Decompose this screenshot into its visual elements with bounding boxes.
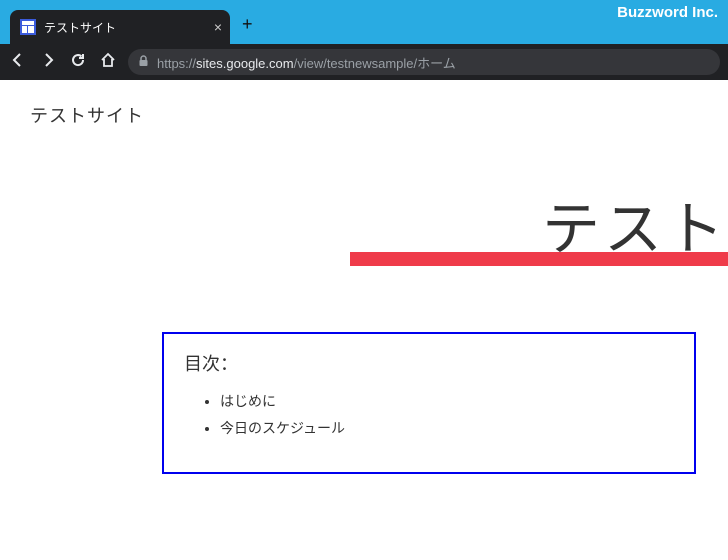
toc-list: はじめに 今日のスケジュール xyxy=(184,388,674,441)
new-tab-button[interactable]: + xyxy=(242,14,253,35)
site-name: テストサイト xyxy=(30,102,144,128)
brand-label: Buzzword Inc. xyxy=(617,4,718,21)
lock-icon xyxy=(138,55,149,70)
back-icon[interactable] xyxy=(8,52,28,73)
tab-title: テストサイト xyxy=(44,19,116,36)
page-content: テストサイト テスト 目次： はじめに 今日のスケジュール xyxy=(0,80,728,560)
list-item[interactable]: はじめに xyxy=(220,388,674,415)
browser-toolbar: https://sites.google.com/view/testnewsam… xyxy=(0,44,728,80)
url-text: https://sites.google.com/view/testnewsam… xyxy=(157,53,456,72)
url-path: /view/testnewsample/ホーム xyxy=(294,56,456,71)
address-bar[interactable]: https://sites.google.com/view/testnewsam… xyxy=(128,49,720,75)
close-icon[interactable]: × xyxy=(214,19,222,35)
url-scheme: https:// xyxy=(157,56,196,71)
hero-underline xyxy=(350,252,728,266)
tab-favicon xyxy=(20,19,36,35)
window-title-bar: テストサイト × + Buzzword Inc. xyxy=(0,0,728,44)
list-item[interactable]: 今日のスケジュール xyxy=(220,415,674,442)
toc-heading: 目次： xyxy=(184,350,674,376)
reload-icon[interactable] xyxy=(68,52,88,73)
forward-icon[interactable] xyxy=(38,52,58,73)
url-host: sites.google.com xyxy=(196,56,294,71)
browser-tab-active[interactable]: テストサイト × xyxy=(10,10,230,44)
home-icon[interactable] xyxy=(98,52,118,73)
toc-box: 目次： はじめに 今日のスケジュール xyxy=(162,332,696,474)
